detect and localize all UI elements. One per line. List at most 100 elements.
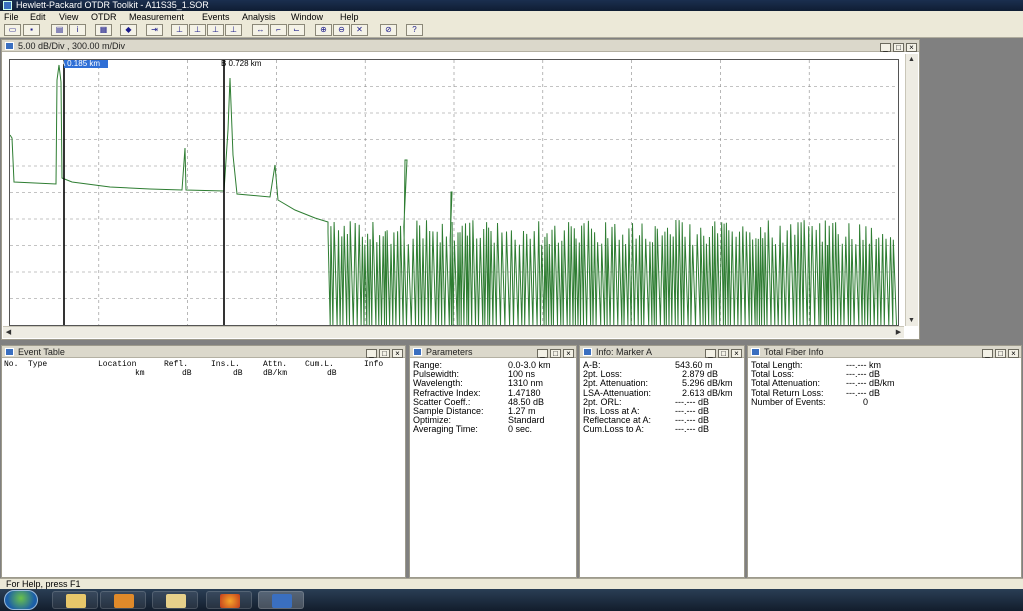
col-insl: Ins.L.	[211, 360, 240, 369]
start-button[interactable]	[4, 590, 38, 610]
menu-events[interactable]: Events	[202, 11, 230, 23]
window-icon	[5, 348, 14, 356]
parameters-window: Parameters _ □ × Range: 0.0-3.0 km Pulsewid…	[409, 345, 577, 578]
total-fiber-titlebar: Total Fiber Info _ □ ×	[748, 346, 1021, 358]
minimize-button[interactable]: _	[705, 349, 716, 358]
total-row: Number of Events: 0	[751, 396, 1019, 407]
scroll-left-arrow-icon[interactable]: ◀	[3, 327, 14, 338]
menu-edit[interactable]: Edit	[30, 11, 46, 23]
maximize-button[interactable]: □	[718, 349, 729, 358]
no-entry-icon[interactable]: ⊘	[380, 24, 397, 36]
total-value: 0	[863, 396, 869, 407]
marker-b-icon[interactable]: ⊥	[189, 24, 206, 36]
info-marker-list: A-B: 543.60 m 2pt. Loss: 2.879 dB 2pt. Att…	[583, 360, 742, 435]
info-marker-titlebar: Info: Marker A _ □ ×	[580, 346, 744, 358]
menu-measurement[interactable]: Measurement	[129, 11, 184, 23]
col-info: Info	[364, 360, 384, 369]
print-icon[interactable]: ▦	[95, 24, 112, 36]
close-button[interactable]: ×	[906, 43, 917, 52]
maximize-button[interactable]: □	[893, 43, 904, 52]
menu-analysis[interactable]: Analysis	[242, 11, 276, 23]
param-row: Averaging Time: 0 sec.	[413, 425, 574, 434]
menu-file[interactable]: File	[4, 11, 19, 23]
zoom-out-icon[interactable]: ⊖	[333, 24, 350, 36]
taskbar-explorer[interactable]	[52, 591, 98, 609]
info-marker-window: Info: Marker A _ □ × A-B: 543.60 m 2pt. Los…	[579, 345, 745, 578]
menu-bar: File Edit View OTDR Measurement Events A…	[0, 11, 1023, 23]
marker-a-label: A 0.185 km	[60, 59, 101, 68]
scroll-down-arrow-icon[interactable]: ▼	[906, 315, 917, 326]
marker-d-icon[interactable]: ⊥	[225, 24, 242, 36]
help-icon[interactable]: ?	[406, 24, 423, 36]
scroll-right-arrow-icon[interactable]: ▶	[893, 327, 904, 338]
marker-c-icon[interactable]: ⊥	[207, 24, 224, 36]
menu-view[interactable]: View	[59, 11, 78, 23]
print-preview-icon[interactable]: ▤	[51, 24, 68, 36]
mdi-area: 5.00 dB/Div , 300.00 m/Div _ □ × A 0.185 k…	[0, 38, 1023, 578]
close-button[interactable]: ×	[392, 349, 403, 358]
col-insl-unit: dB	[233, 369, 243, 378]
zoom-full-icon[interactable]: ✕	[351, 24, 368, 36]
media-player-icon	[114, 594, 134, 608]
info-value: ---.--- dB	[675, 424, 709, 435]
taskbar-otdr-toolkit[interactable]	[258, 591, 304, 609]
col-type: Type	[28, 360, 48, 369]
parameters-list: Range: 0.0-3.0 km Pulsewidth: 100 ns Wavel…	[413, 360, 574, 435]
acquire-icon[interactable]: ◆	[120, 24, 137, 36]
trace-scale-label: 5.00 dB/Div , 300.00 m/Div	[18, 41, 126, 51]
event-table-titlebar: Event Table _ □ ×	[2, 346, 405, 358]
info-icon[interactable]: i	[69, 24, 86, 36]
scroll-up-arrow-icon[interactable]: ▲	[906, 54, 917, 65]
folder-icon	[66, 594, 86, 608]
total-label: Number of Events:	[751, 396, 826, 407]
close-button[interactable]: ×	[731, 349, 742, 358]
otdr-trace-plot[interactable]: A 0.185 km B 0.728 km	[9, 59, 899, 326]
maximize-button[interactable]: □	[550, 349, 561, 358]
window-icon	[583, 348, 592, 356]
taskbar-firefox[interactable]	[206, 591, 252, 609]
parameters-title: Parameters	[426, 347, 473, 357]
marker-b-label: B 0.728 km	[221, 59, 262, 68]
maximize-button[interactable]: □	[379, 349, 390, 358]
close-button[interactable]: ×	[1008, 349, 1019, 358]
splice-loss-icon[interactable]: ⌐	[270, 24, 287, 36]
col-cuml: Cum.L.	[305, 360, 334, 369]
trace-window: 5.00 dB/Div , 300.00 m/Div _ □ × A 0.185 k…	[1, 39, 920, 340]
total-fiber-list: Total Length: ---.--- km Total Loss: ---.-…	[751, 360, 1019, 407]
two-point-icon[interactable]: ↔	[252, 24, 269, 36]
toolbar: ▭ ▪ ▤ i ▦ ◆ ⇥ ⊥ ⊥ ⊥ ⊥ ↔ ⌐ ⌙ ⊕ ⊖ ✕ ⊘ ?	[0, 23, 1023, 38]
minimize-button[interactable]: _	[537, 349, 548, 358]
window-icon	[5, 42, 14, 50]
zoom-in-icon[interactable]: ⊕	[315, 24, 332, 36]
vertical-scrollbar[interactable]: ▲ ▼	[905, 54, 918, 326]
menu-otdr[interactable]: OTDR	[91, 11, 117, 23]
menu-window[interactable]: Window	[291, 11, 323, 23]
taskbar-media-player[interactable]	[100, 591, 146, 609]
minimize-button[interactable]: _	[880, 43, 891, 52]
col-no: No.	[4, 360, 19, 369]
save-icon[interactable]: ▪	[23, 24, 40, 36]
close-button[interactable]: ×	[563, 349, 574, 358]
horizontal-scrollbar[interactable]: ◀ ▶	[3, 326, 904, 338]
event-table-window: Event Table _ □ × No. Type Location km Ref…	[1, 345, 406, 578]
menu-help[interactable]: Help	[340, 11, 359, 23]
open-icon[interactable]: ▭	[4, 24, 21, 36]
taskbar-mail[interactable]	[152, 591, 198, 609]
event-icon[interactable]: ⇥	[146, 24, 163, 36]
trace-window-titlebar: 5.00 dB/Div , 300.00 m/Div _ □ ×	[2, 40, 919, 52]
minimize-button[interactable]: _	[366, 349, 377, 358]
event-table-title: Event Table	[18, 347, 65, 357]
param-label: Averaging Time:	[413, 424, 478, 435]
taskbar	[0, 589, 1023, 611]
minimize-button[interactable]: _	[982, 349, 993, 358]
total-fiber-title: Total Fiber Info	[764, 347, 824, 357]
status-bar: For Help, press F1	[0, 578, 1023, 589]
info-label: Cum.Loss to A:	[583, 424, 645, 435]
marker-a-icon[interactable]: ⊥	[171, 24, 188, 36]
col-refl-unit: dB	[182, 369, 192, 378]
window-icon	[751, 348, 760, 356]
maximize-button[interactable]: □	[995, 349, 1006, 358]
reflectance-icon[interactable]: ⌙	[288, 24, 305, 36]
window-title: Hewlett-Packard OTDR Toolkit - A11S35_1.…	[16, 0, 209, 10]
trace-line	[9, 64, 897, 326]
